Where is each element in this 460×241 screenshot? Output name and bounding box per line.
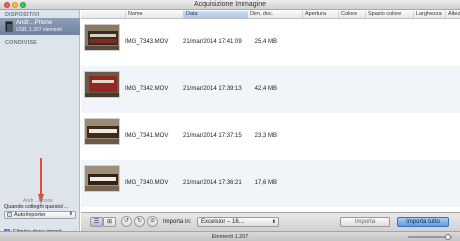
file-name: IMG_7340.MOV bbox=[125, 180, 169, 186]
list-item[interactable]: IMG_7340.MOV 21/mar/2014 17:36:21 17,6 M… bbox=[81, 160, 460, 207]
chevron-updown-icon: ⬍ bbox=[68, 211, 73, 217]
keyboard-photo-icon bbox=[85, 72, 119, 97]
list-item[interactable]: IMG_7341.MOV 21/mar/2014 17:37:15 23,3 M… bbox=[81, 113, 460, 160]
video-thumbnail bbox=[84, 165, 120, 192]
file-name: IMG_7341.MOV bbox=[125, 133, 169, 139]
bottom-toolbar: ☰ ⊞ ↺ ↻ ⊘ Importa in: Excelsior – 16… ⬍ … bbox=[81, 212, 460, 231]
rotate-left-button[interactable]: ↺ bbox=[121, 216, 132, 227]
column-color-space[interactable]: Spazio colore bbox=[365, 11, 413, 18]
list-view-button[interactable]: ☰ bbox=[90, 217, 103, 227]
file-size: 17,6 MB bbox=[254, 180, 277, 186]
video-thumbnail bbox=[84, 118, 120, 145]
shared-header: CONDIVISE bbox=[5, 40, 38, 46]
file-name: IMG_7343.MOV bbox=[125, 39, 169, 45]
file-date: 21/mar/2014 17:37:15 bbox=[183, 133, 242, 139]
file-size: 25,4 MB bbox=[254, 39, 277, 45]
column-width[interactable]: Larghezza bbox=[413, 11, 445, 18]
grid-view-button[interactable]: ⊞ bbox=[103, 217, 116, 227]
import-in-label: Importa in: bbox=[163, 219, 192, 225]
sidebar-item-device[interactable]: Andr…Phone USB, 1.207 elementi bbox=[0, 18, 80, 35]
keyboard-photo-icon bbox=[85, 166, 119, 191]
connect-action-label: Quando colleghi questo/… bbox=[4, 204, 69, 210]
file-list: IMG_7343.MOV 21/mar/2014 17:41:09 25,4 M… bbox=[81, 19, 460, 212]
column-name[interactable]: Nome bbox=[125, 11, 183, 18]
keyboard-photo-icon bbox=[85, 119, 119, 144]
thumbnail-size-slider[interactable] bbox=[408, 234, 452, 240]
window-title: Acquisizione Immagine bbox=[194, 1, 266, 8]
column-aperture[interactable]: Apertura bbox=[302, 11, 338, 18]
column-color[interactable]: Colore bbox=[338, 11, 365, 18]
import-all-button[interactable]: Importa tutto bbox=[397, 217, 449, 227]
import-button[interactable]: Importa bbox=[340, 217, 390, 227]
column-date[interactable]: Data bbox=[183, 11, 247, 18]
keyboard-photo-icon bbox=[85, 25, 119, 50]
video-thumbnail bbox=[84, 24, 120, 51]
device-name: Andr…Phone bbox=[16, 20, 53, 26]
list-item[interactable]: IMG_7342.MOV 21/mar/2014 17:39:13 42,4 M… bbox=[81, 66, 460, 113]
item-count: Elementi 1.207 bbox=[211, 234, 249, 240]
file-date: 21/mar/2014 17:39:13 bbox=[183, 86, 242, 92]
connect-app-select[interactable]: AutoImporter ⬍ bbox=[4, 211, 76, 219]
rotate-right-button[interactable]: ↻ bbox=[134, 216, 145, 227]
file-date: 21/mar/2014 17:41:09 bbox=[183, 39, 242, 45]
app-icon bbox=[7, 212, 12, 218]
column-height[interactable]: Altezza bbox=[445, 11, 460, 18]
file-size: 23,3 MB bbox=[254, 133, 277, 139]
title-bar: Acquisizione Immagine bbox=[0, 0, 460, 10]
connect-app-value: AutoImporter bbox=[14, 212, 46, 218]
device-subtitle: USB, 1.207 elementi bbox=[16, 27, 62, 33]
column-header: Nome Data Dim. doc. Apertura Colore Spaz… bbox=[81, 10, 460, 19]
status-bar: Elementi 1.207 bbox=[0, 231, 460, 241]
delete-button[interactable]: ⊘ bbox=[147, 216, 158, 227]
slider-handle[interactable] bbox=[444, 234, 451, 240]
chevron-updown-icon: ⬍ bbox=[271, 219, 276, 225]
file-size: 42,4 MB bbox=[254, 86, 277, 92]
destination-value: Excelsior – 16… bbox=[201, 219, 245, 225]
list-item[interactable]: IMG_7343.MOV 21/mar/2014 17:41:09 25,4 M… bbox=[81, 19, 460, 66]
destination-select[interactable]: Excelsior – 16… ⬍ bbox=[197, 217, 279, 227]
sidebar: DISPOSITIVI Andr…Phone USB, 1.207 elemen… bbox=[0, 10, 80, 235]
phone-icon bbox=[5, 21, 13, 32]
video-thumbnail bbox=[84, 71, 120, 98]
file-date: 21/mar/2014 17:36:21 bbox=[183, 180, 242, 186]
column-size[interactable]: Dim. doc. bbox=[247, 11, 277, 18]
file-name: IMG_7342.MOV bbox=[125, 86, 169, 92]
